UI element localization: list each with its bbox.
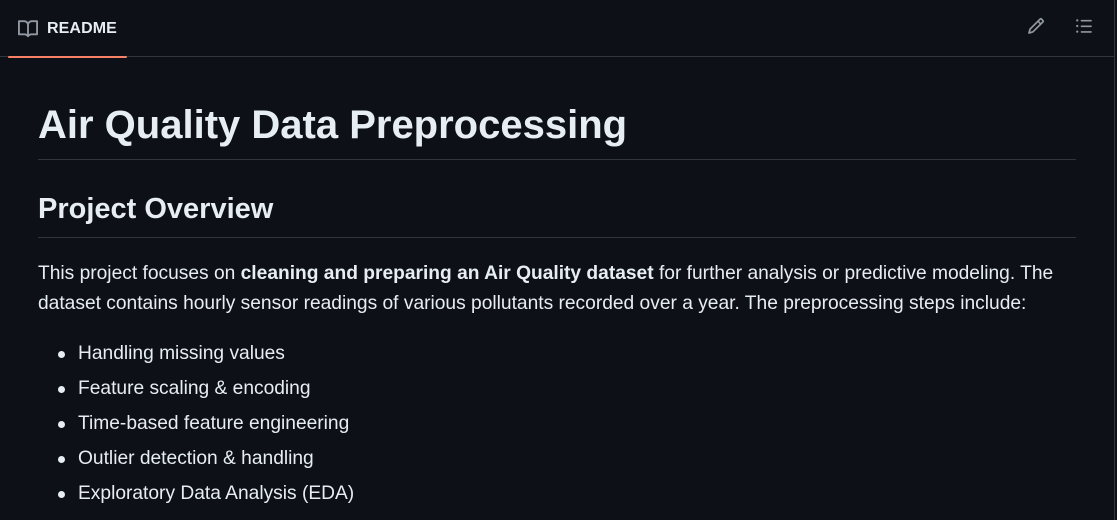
pencil-icon — [1027, 17, 1045, 40]
outline-button[interactable] — [1069, 13, 1099, 43]
overview-intro: This project focuses on — [38, 263, 241, 284]
section-divider — [38, 237, 1076, 238]
list-item: Time-based feature engineering — [38, 409, 354, 444]
tab-readme-label: README — [47, 19, 117, 37]
overview-emphasis: cleaning and preparing an Air Quality da… — [240, 263, 654, 284]
list-item: Exploratory Data Analysis (EDA) — [38, 479, 354, 514]
edit-file-button[interactable] — [1021, 13, 1051, 43]
page-title: Air Quality Data Preprocessing — [38, 103, 628, 147]
book-icon — [18, 19, 39, 39]
readme-container: README Air Quality Data Preprocessing Pr… — [0, 0, 1115, 520]
list-item: Outlier detection & handling — [38, 444, 354, 479]
list-item: Feature scaling & encoding — [38, 374, 354, 409]
list-unordered-icon — [1075, 17, 1093, 40]
steps-list: Handling missing values Feature scaling … — [38, 339, 354, 514]
overview-paragraph: This project focuses on cleaning and pre… — [38, 259, 1078, 319]
tab-readme[interactable]: README — [8, 0, 127, 58]
list-item: Handling missing values — [38, 339, 354, 374]
section-heading: Project Overview — [38, 193, 274, 225]
readme-tabbar: README — [0, 0, 1114, 58]
title-divider — [38, 159, 1076, 160]
